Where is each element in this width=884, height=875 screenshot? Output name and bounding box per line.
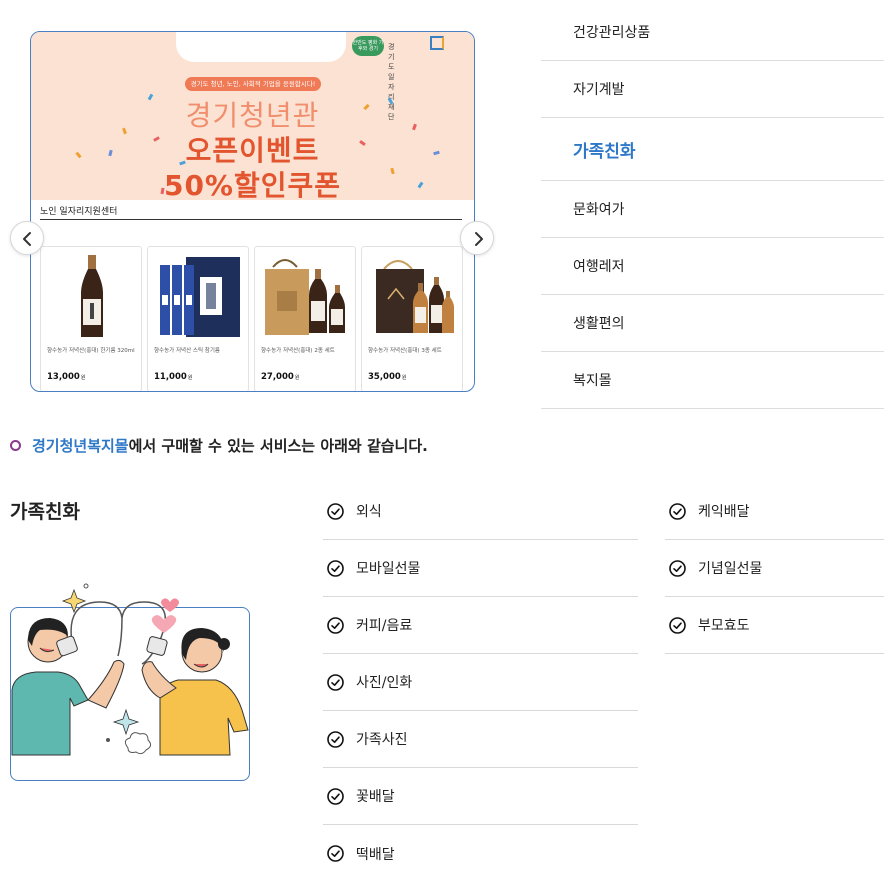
promo-banner-card[interactable]: 한반도 평화 기후와 경기 경기도일자리재단 경기도 청년, 노인, 사회적 기… — [30, 31, 475, 392]
service-item: 모바일선물 — [323, 540, 638, 597]
shop-divider — [40, 219, 462, 220]
notice-brand: 경기청년복지몰 — [32, 437, 129, 455]
service-item: 떡배달 — [323, 825, 638, 875]
carousel-prev-button[interactable] — [10, 221, 44, 255]
category-item-travel[interactable]: 여행레저 — [541, 238, 884, 295]
product-name: 향수농가 저녁산(홍대) 2종 세트 — [261, 348, 335, 354]
product-name: 향수농가 저녁산(홍대) 한기름 320ml — [47, 348, 135, 354]
price-value: 11,000 — [154, 372, 187, 382]
check-circle-icon — [669, 559, 686, 577]
service-item: 기념일선물 — [665, 540, 884, 597]
chevron-right-icon — [475, 232, 483, 246]
check-circle-icon — [327, 673, 344, 691]
product-name: 향수농가 저녁산 스틱 참기름 — [154, 348, 220, 354]
product-card[interactable]: 향수농가 저녁산 스틱 참기름 11,000원 — [147, 246, 249, 391]
price-value: 35,000 — [368, 372, 401, 382]
check-circle-icon — [669, 502, 686, 520]
service-label: 기념일선물 — [698, 561, 763, 577]
product-price: 35,000원 — [368, 372, 406, 382]
check-circle-icon — [327, 845, 344, 862]
product-price: 13,000원 — [47, 372, 85, 382]
service-label: 떡배달 — [356, 846, 395, 863]
logo-strip: 한반도 평화 기후와 경기 경기도일자리재단 — [176, 32, 444, 121]
product-price: 27,000원 — [261, 372, 299, 382]
product-name: 향수농가 저녁산(홍대) 3종 세트 — [368, 348, 442, 354]
shop-name: 노인 일자리지원센터 — [40, 207, 118, 217]
price-value: 13,000 — [47, 372, 80, 382]
chevron-left-icon — [23, 232, 31, 246]
category-item-health[interactable]: 건강관리상품 — [541, 4, 884, 61]
gyeonggi-logo: 한반도 평화 기후와 경기 — [352, 36, 384, 56]
category-item-culture[interactable]: 문화여가 — [541, 181, 884, 238]
foundation-logo-icon — [430, 36, 444, 50]
circle-bullet-icon — [10, 440, 21, 451]
product-image — [376, 260, 454, 333]
promo-title-line2: 오픈이벤트 — [185, 134, 320, 167]
service-item: 외식 — [323, 483, 638, 540]
product-image — [81, 255, 103, 337]
service-notice: 경기청년복지몰 에서 구매할 수 있는 서비스는 아래와 같습니다. — [10, 435, 428, 456]
price-unit: 원 — [401, 375, 407, 381]
promo-banner-image[interactable]: 한반도 평화 기후와 경기 경기도일자리재단 경기도 청년, 노인, 사회적 기… — [31, 32, 474, 202]
service-label: 가족사진 — [356, 732, 408, 748]
product-card[interactable]: 향수농가 저녁산(홍대) 3종 세트 35,000원 — [361, 246, 463, 391]
service-label: 사진/인화 — [356, 675, 413, 691]
category-item-self-development[interactable]: 자기계발 — [541, 61, 884, 118]
check-circle-icon — [327, 616, 344, 634]
price-value: 27,000 — [261, 372, 294, 382]
category-menu: 건강관리상품 자기계발 가족친화 문화여가 여행레저 생활편의 복지몰 — [541, 4, 884, 409]
product-image — [160, 257, 240, 337]
service-item: 사진/인화 — [323, 654, 638, 711]
service-item: 케익배달 — [665, 483, 884, 540]
product-card[interactable]: 향수농가 저녁산(홍대) 2종 세트 27,000원 — [254, 246, 356, 391]
check-circle-icon — [327, 787, 344, 805]
service-list-col2: 케익배달 기념일선물 부모효도 — [665, 483, 884, 654]
category-item-living[interactable]: 생활편의 — [541, 295, 884, 352]
check-circle-icon — [669, 616, 686, 634]
notice-text: 에서 구매할 수 있는 서비스는 아래와 같습니다. — [128, 437, 428, 455]
product-card[interactable]: 향수농가 저녁산(홍대) 한기름 320ml 13,000원 — [40, 246, 142, 391]
service-list-col1: 외식 모바일선물 커피/음료 사진/인화 가족사진 꽃배달 떡배달 — [323, 483, 638, 875]
price-unit: 원 — [294, 375, 300, 381]
service-label: 커피/음료 — [356, 618, 413, 634]
check-circle-icon — [327, 730, 344, 748]
price-unit: 원 — [80, 375, 86, 381]
family-illustration — [11, 583, 249, 756]
service-item: 커피/음료 — [323, 597, 638, 654]
check-circle-icon — [327, 559, 344, 577]
service-item: 가족사진 — [323, 711, 638, 768]
section-title: 가족친화 — [10, 501, 80, 523]
carousel-next-button[interactable] — [460, 221, 494, 255]
check-circle-icon — [327, 502, 344, 520]
service-label: 꽃배달 — [356, 789, 395, 805]
promo-title-line3: 50%할인쿠폰 — [163, 169, 342, 202]
service-label: 부모효도 — [698, 618, 750, 634]
service-label: 모바일선물 — [356, 561, 421, 577]
product-image — [265, 259, 345, 335]
service-item: 부모효도 — [665, 597, 884, 654]
product-list: 향수농가 저녁산(홍대) 한기름 320ml 13,000원 향수농가 저녁산 … — [40, 246, 463, 391]
service-label: 케익배달 — [698, 504, 750, 520]
service-item: 꽃배달 — [323, 768, 638, 825]
category-item-welfare-mall[interactable]: 복지몰 — [541, 352, 884, 409]
category-item-family[interactable]: 가족친화 — [541, 118, 884, 181]
promo-pill: 경기도 청년, 노인, 사회적 기업을 응원합시다! — [185, 77, 321, 91]
service-label: 외식 — [356, 504, 382, 520]
product-price: 11,000원 — [154, 372, 192, 382]
price-unit: 원 — [187, 375, 193, 381]
promo-title-line1: 경기청년관 — [185, 99, 320, 132]
